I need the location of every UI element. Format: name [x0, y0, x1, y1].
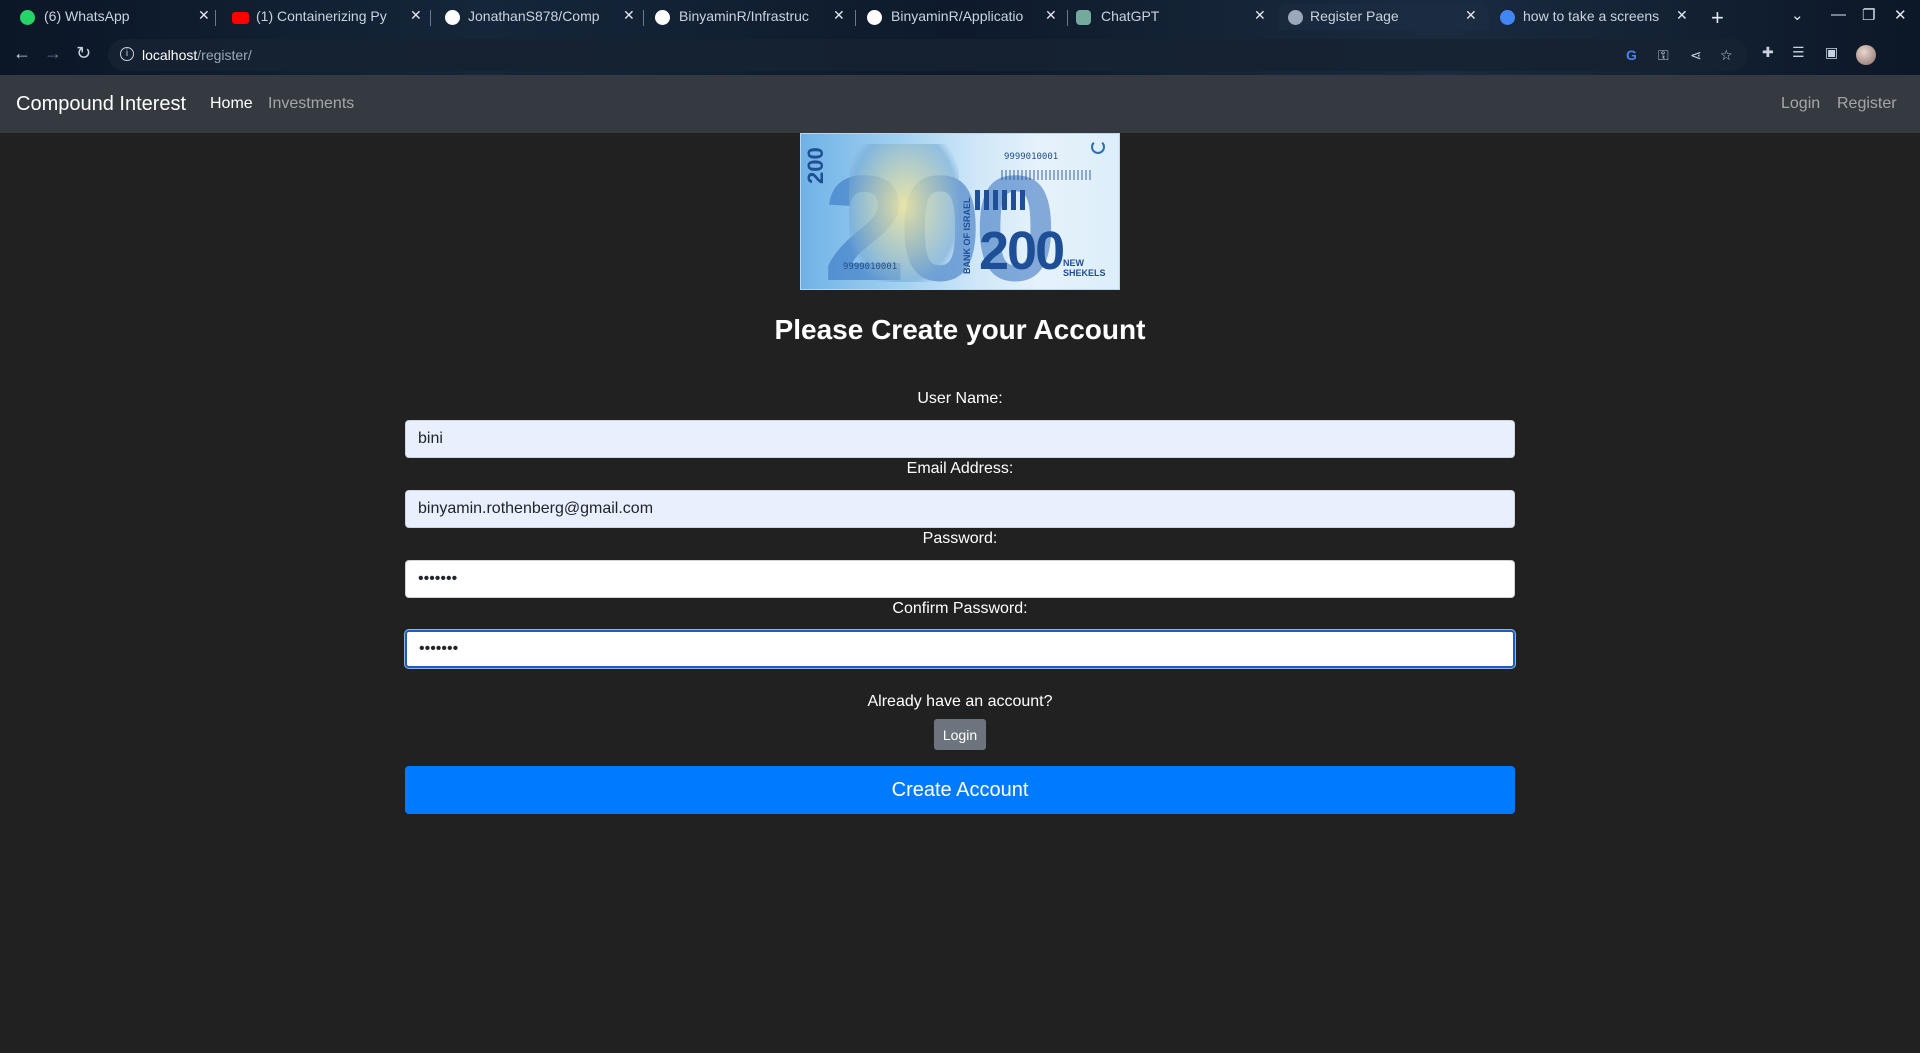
- google-icon: [1500, 10, 1515, 25]
- reload-icon[interactable]: ↻: [76, 43, 91, 64]
- already-have-account-text: Already have an account?: [867, 693, 1053, 710]
- google-lens-icon[interactable]: G: [1626, 47, 1637, 63]
- microtext-graphic: [1001, 170, 1091, 180]
- minimize-icon[interactable]: —: [1831, 6, 1846, 23]
- banknote-image: 200 200 9999010001 9999010001 BANK OF IS…: [800, 133, 1120, 290]
- password-label: Password:: [922, 530, 998, 547]
- tab-google-search[interactable]: how to take a screens ✕: [1489, 4, 1699, 30]
- address-bar[interactable]: i localhost/register/ G ⚿ ⋖ ☆: [108, 39, 1748, 71]
- close-icon[interactable]: ✕: [833, 7, 845, 24]
- tab-title: ChatGPT: [1101, 8, 1160, 24]
- login-button[interactable]: Login: [934, 719, 986, 750]
- side-panel-icon[interactable]: ▣: [1825, 44, 1838, 61]
- close-icon[interactable]: ✕: [1045, 7, 1057, 24]
- tab-chatgpt[interactable]: ChatGPT ✕: [1066, 4, 1278, 30]
- tab-register-page[interactable]: Register Page ✕: [1278, 4, 1489, 30]
- username-label: User Name:: [917, 390, 1003, 407]
- whatsapp-icon: [20, 10, 35, 25]
- bank-name: BANK OF ISRAEL: [962, 197, 972, 275]
- tab-title: BinyaminR/Applicatio: [891, 8, 1024, 24]
- tab-youtube[interactable]: (1) Containerizing Py ✕: [214, 4, 431, 30]
- email-label: Email Address:: [906, 460, 1014, 477]
- app-navbar: Compound Interest Home Investments Login…: [0, 75, 1920, 133]
- username-input[interactable]: [405, 420, 1515, 458]
- close-icon[interactable]: ✕: [1465, 7, 1477, 24]
- close-icon[interactable]: ✕: [623, 7, 635, 24]
- tab-strip: (6) WhatsApp ✕ (1) Containerizing Py ✕ J…: [0, 0, 1920, 33]
- forward-arrow-icon[interactable]: →: [44, 43, 62, 64]
- reading-list-icon[interactable]: ☰: [1792, 44, 1805, 61]
- close-window-icon[interactable]: ✕: [1894, 6, 1907, 24]
- emblem-icon: [1091, 140, 1105, 154]
- tab-title: Register Page: [1310, 8, 1399, 24]
- tab-title: (1) Containerizing Py: [256, 8, 387, 24]
- tab-title: (6) WhatsApp: [44, 8, 130, 24]
- bookmark-star-icon[interactable]: ☆: [1720, 47, 1733, 64]
- youtube-icon: [232, 12, 249, 24]
- nav-register[interactable]: Register: [1837, 95, 1897, 113]
- tab-title: JonathanS878/Comp: [468, 8, 600, 24]
- github-icon: [867, 10, 882, 25]
- brand-link[interactable]: Compound Interest: [16, 93, 186, 116]
- new-tab-icon[interactable]: +: [1711, 5, 1724, 31]
- tab-title: BinyaminR/Infrastruc: [679, 8, 809, 24]
- url-path: /register/: [197, 47, 252, 63]
- browser-chrome: (6) WhatsApp ✕ (1) Containerizing Py ✕ J…: [0, 0, 1920, 75]
- denomination: 200: [979, 221, 1065, 281]
- email-input[interactable]: [405, 490, 1515, 528]
- tab-github-application[interactable]: BinyaminR/Applicatio ✕: [854, 4, 1068, 30]
- github-icon: [655, 10, 670, 25]
- close-icon[interactable]: ✕: [198, 7, 210, 24]
- confirm-password-label: Confirm Password:: [892, 600, 1028, 617]
- restore-icon[interactable]: ❐: [1862, 6, 1875, 24]
- create-account-button[interactable]: Create Account: [405, 766, 1515, 814]
- tab-title: how to take a screens: [1523, 8, 1660, 24]
- chatgpt-icon: [1076, 10, 1091, 25]
- globe-icon: [1288, 10, 1303, 25]
- back-arrow-icon[interactable]: ←: [13, 43, 31, 64]
- confirm-password-input[interactable]: [405, 630, 1515, 668]
- url-text[interactable]: localhost/register/: [142, 47, 252, 63]
- tab-github-compound[interactable]: JonathanS878/Comp ✕: [429, 4, 644, 30]
- key-icon[interactable]: ⚿: [1658, 47, 1669, 64]
- close-icon[interactable]: ✕: [1676, 7, 1688, 24]
- close-icon[interactable]: ✕: [1254, 7, 1266, 24]
- vertical-denomination: 200: [803, 147, 828, 184]
- password-input[interactable]: [405, 560, 1515, 598]
- github-icon: [445, 10, 460, 25]
- serial-number-bottom: 9999010001: [843, 262, 898, 272]
- nav-home[interactable]: Home: [210, 95, 253, 113]
- tab-github-infrastructure[interactable]: BinyaminR/Infrastruc ✕: [642, 4, 856, 30]
- address-row: ← → ↻ i localhost/register/ G ⚿ ⋖ ☆: [0, 37, 1920, 71]
- serial-number-top: 9999010001: [1004, 152, 1059, 162]
- share-icon[interactable]: ⋖: [1690, 47, 1702, 64]
- nav-login[interactable]: Login: [1781, 95, 1820, 113]
- tab-search-chevron-icon[interactable]: ⌄: [1791, 6, 1804, 24]
- tab-whatsapp[interactable]: (6) WhatsApp ✕: [0, 4, 216, 30]
- close-icon[interactable]: ✕: [410, 7, 422, 24]
- site-info-icon[interactable]: i: [120, 47, 134, 61]
- extensions-icon[interactable]: ✚: [1762, 44, 1774, 61]
- tactile-bars-graphic: [975, 190, 1027, 210]
- url-host: localhost: [142, 47, 198, 63]
- page-title: Please Create your Account: [774, 314, 1146, 345]
- nav-investments[interactable]: Investments: [268, 95, 354, 113]
- currency-name: NEW SHEKELS: [1063, 258, 1106, 278]
- profile-avatar[interactable]: [1856, 45, 1876, 65]
